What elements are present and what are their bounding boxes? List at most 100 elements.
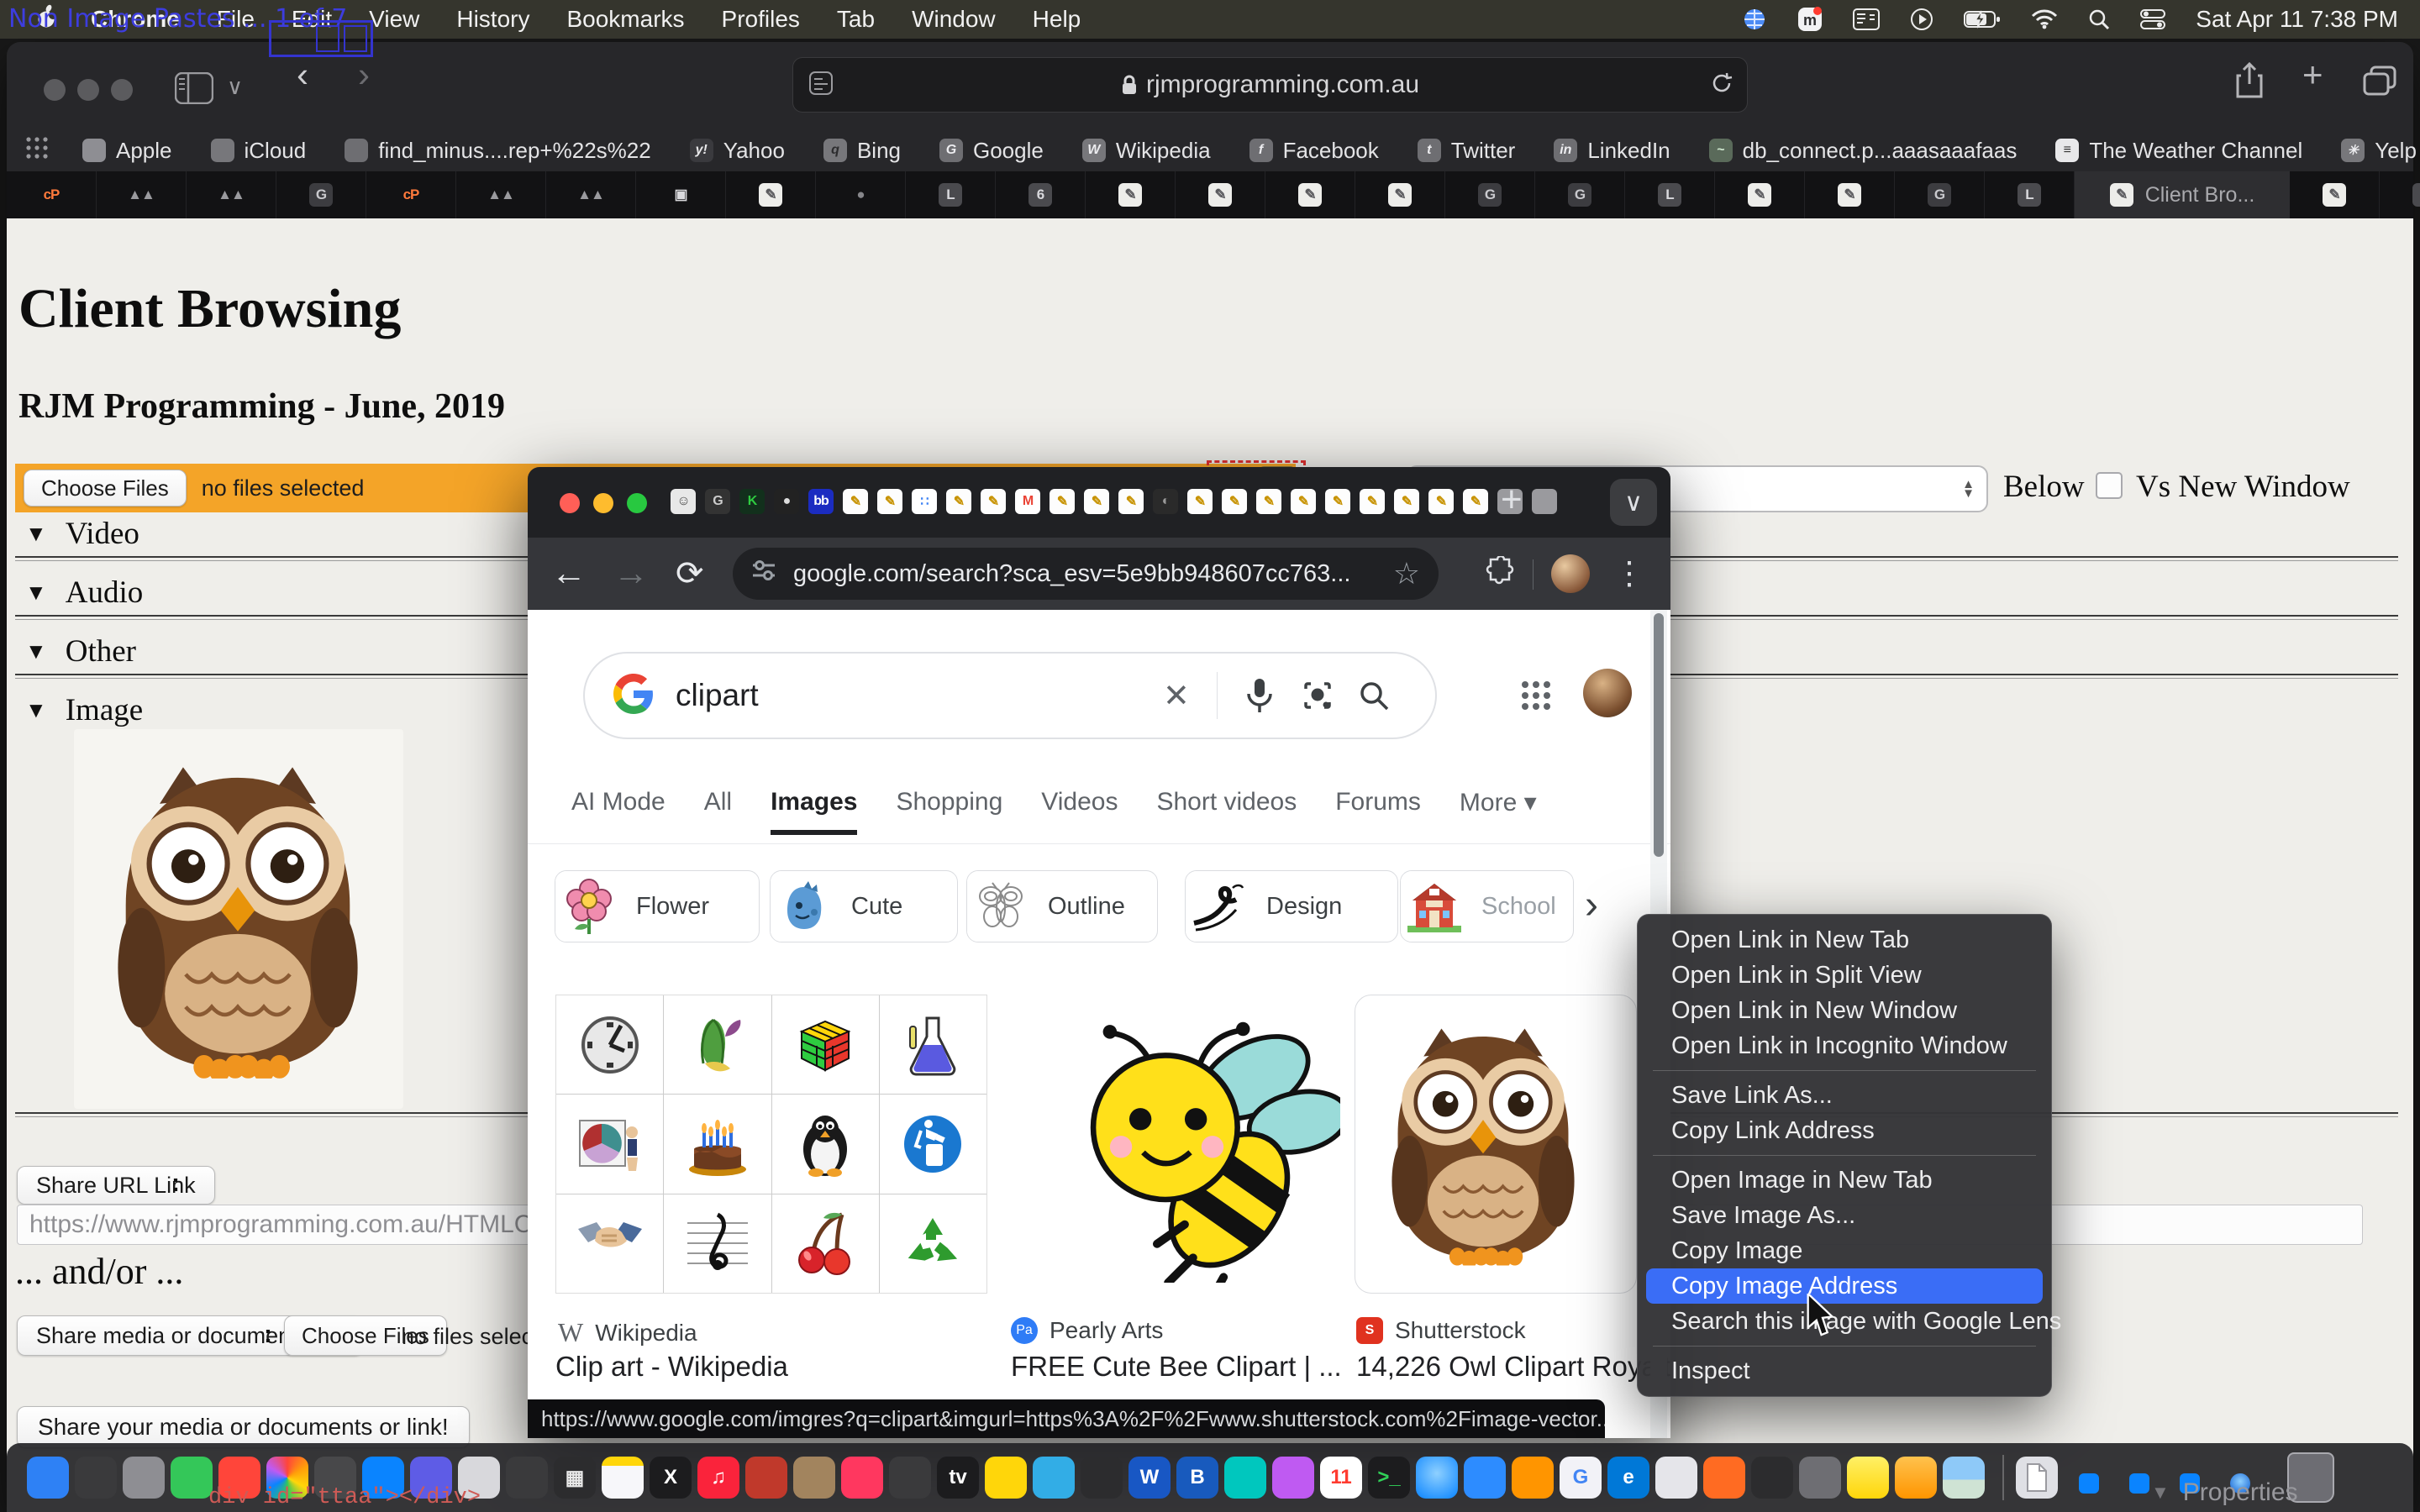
pinned-tab[interactable]: cP [7,171,97,218]
chrome-tab-favicon[interactable]: ✎ [843,489,868,514]
section-audio[interactable]: ▼Audio [25,575,143,611]
dock-app-icon[interactable] [75,1457,117,1499]
dock-app-icon[interactable] [889,1457,931,1499]
result-image-bee[interactable] [1011,995,1350,1294]
dock-app-icon[interactable]: tv [937,1457,979,1499]
bookmark-item[interactable]: y! Yahoo [690,138,785,164]
window-list-icon[interactable] [1853,8,1880,30]
chrome-tab-favicon[interactable]: ✎ [1050,489,1075,514]
pinned-tab[interactable]: ✎ [1176,171,1265,218]
pinned-tab[interactable]: G [1535,171,1625,218]
network-globe-icon[interactable] [1742,7,1767,32]
chrome-tab-favicon[interactable]: ✎ [1394,489,1419,514]
result-type-tab[interactable]: AI Mode [571,788,666,835]
dock-app-icon[interactable] [1703,1457,1745,1499]
owl-clipart-image[interactable] [74,729,403,1109]
dock-app-icon[interactable]: B [1176,1457,1218,1499]
bookmark-item[interactable]: Apple [82,138,172,164]
google-profile-avatar[interactable] [1583,669,1632,717]
pinned-tab[interactable]: ✎ [1265,171,1355,218]
dock-app-icon[interactable] [1943,1457,1985,1499]
chip-school[interactable]: School [1400,870,1574,942]
chrome-tab-favicon[interactable]: ● [774,489,799,514]
safari-address-bar[interactable]: rjmprogramming.com.au [792,57,1748,113]
chrome-tab-favicon[interactable]: ✎ [1325,489,1350,514]
playback-icon[interactable] [1910,8,1933,31]
chip-cute[interactable]: Cute [770,870,958,942]
clear-search-icon[interactable]: ✕ [1163,654,1190,738]
pinned-tab[interactable]: G [276,171,366,218]
context-menu-item[interactable]: Inspect [1638,1353,2051,1389]
chrome-tab-favicon[interactable]: G [705,489,730,514]
google-lens-icon[interactable] [1301,654,1334,738]
chrome-tab-favicon[interactable] [1532,489,1557,514]
dock-app-icon[interactable]: 11 [1320,1457,1362,1499]
dock-downloads-stack[interactable] [2016,1457,2058,1499]
bookmark-item[interactable]: W Wikipedia [1082,138,1211,164]
result-source-shutterstock[interactable]: S Shutterstock [1356,1317,1526,1344]
dock-app-icon[interactable] [27,1457,69,1499]
safari-minimize-button[interactable] [77,79,99,101]
page-settings-icon[interactable] [808,71,834,100]
context-menu-item[interactable]: Copy Image Address [1646,1268,2043,1304]
chrome-tab-favicon[interactable]: ✎ [877,489,902,514]
chrome-tab-favicon[interactable]: ✎ [1463,489,1488,514]
context-menu-item[interactable]: Open Link in Incognito Window [1638,1028,2051,1063]
result-type-tab[interactable]: Shopping [896,788,1002,835]
minimized-window-icon[interactable] [2129,1473,2149,1494]
dock-app-icon[interactable] [1416,1457,1458,1499]
result-image-owl[interactable] [1355,995,1637,1294]
pinned-tab[interactable]: ▲▲ [546,171,636,218]
dock-app-icon[interactable]: ▦ [554,1457,596,1499]
chrome-tab-favicon[interactable]: ☺ [671,489,696,514]
bookmark-item[interactable]: ~ db_connect.p...aaasaaafaas [1709,138,2018,164]
bookmark-item[interactable]: ✳ Yelp [2341,138,2417,164]
chrome-tab-favicon[interactable]: K [739,489,765,514]
section-image[interactable]: ▼Image [25,692,143,728]
dock-app-icon[interactable]: W [1128,1457,1171,1499]
chrome-reload-icon[interactable]: ⟳ [676,554,704,593]
dock-app-icon[interactable] [793,1457,835,1499]
result-image-wikipedia-collage[interactable] [555,995,987,1294]
google-apps-grid-icon[interactable] [1519,679,1553,717]
chrome-zoom-button[interactable] [627,493,647,513]
context-menu-item[interactable]: Open Link in New Window [1638,993,2051,1028]
dock-app-icon[interactable] [1895,1457,1937,1499]
pinned-tab[interactable]: ✎ [1715,171,1805,218]
context-menu-item[interactable]: Save Link As... [1638,1078,2051,1113]
dock-app-icon[interactable] [602,1457,644,1499]
menubar-item[interactable]: Window [912,6,996,32]
context-menu-item[interactable]: Open Image in New Tab [1638,1163,2051,1198]
dock-app-icon[interactable] [1512,1457,1554,1499]
pinned-tab[interactable]: ✎ [2290,171,2380,218]
context-menu-item[interactable]: Open Link in Split View [1638,958,2051,993]
pinned-tab[interactable]: L [1985,171,2075,218]
pinned-tab[interactable]: L [906,171,996,218]
dock-app-icon[interactable] [985,1457,1027,1499]
forward-button[interactable]: › [358,57,370,92]
share-submit-button[interactable]: Share your media or documents or link! [17,1406,470,1448]
control-center-icon[interactable] [2140,8,2165,30]
dock-app-icon[interactable] [1224,1457,1266,1499]
chrome-tab-favicon[interactable]: ✎ [1360,489,1385,514]
pinned-tab[interactable]: ▲▲ [187,171,276,218]
disclosure-triangle-icon[interactable]: ▼ [2151,1482,2170,1504]
dock-app-icon[interactable] [1847,1457,1889,1499]
chrome-tab-favicon[interactable]: ✎ [981,489,1006,514]
share-url-link-button[interactable]: Share URL Link [17,1166,215,1205]
chip-outline[interactable]: Outline [966,870,1158,942]
vs-new-window-checkbox[interactable] [2096,472,2123,499]
chrome-tab-favicon[interactable]: ✎ [1428,489,1454,514]
pinned-tab[interactable]: G [1895,171,1985,218]
chrome-close-button[interactable] [560,493,580,513]
context-menu-item[interactable] [1653,1339,2036,1347]
context-menu-item[interactable]: Save Image As... [1638,1198,2051,1233]
context-menu-item[interactable]: Copy Link Address [1638,1113,2051,1148]
pinned-tab[interactable]: ▲▲ [456,171,546,218]
sidebar-chevron-icon[interactable]: ∨ [227,76,243,97]
back-button[interactable]: ‹ [297,57,308,92]
menubar-item[interactable]: View [369,6,419,32]
dock-app-icon[interactable] [1751,1457,1793,1499]
pinned-tab[interactable]: 6 [996,171,1086,218]
tab-overview-icon[interactable] [2363,66,2396,100]
